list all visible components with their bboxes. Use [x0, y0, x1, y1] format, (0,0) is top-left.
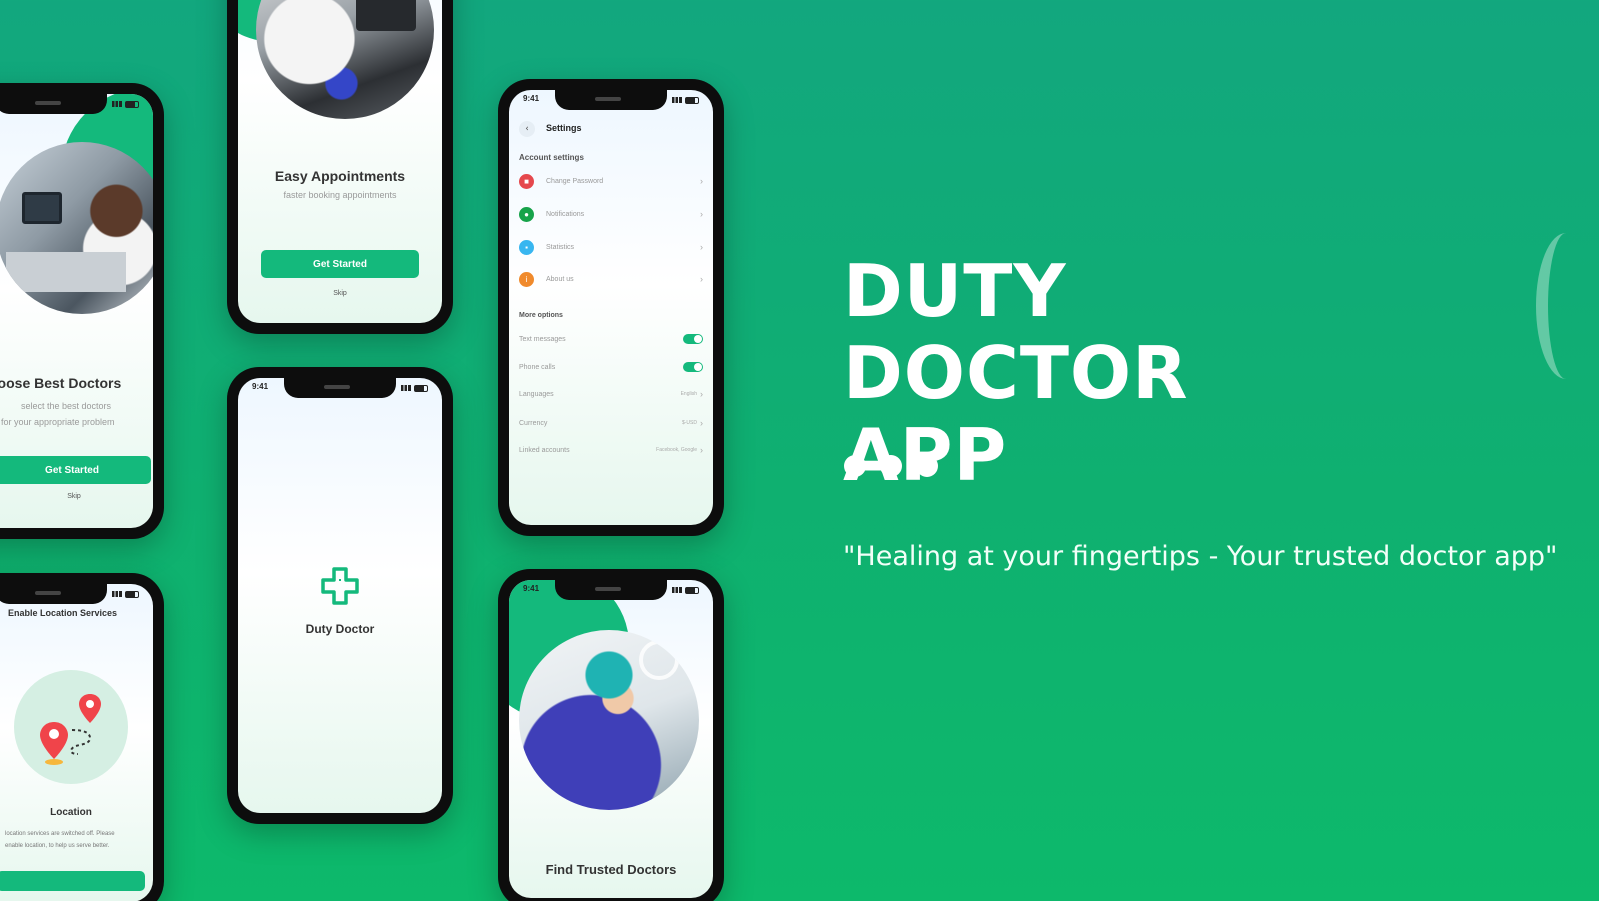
onboarding-title: Find Trusted Doctors — [545, 862, 677, 877]
location-header: Enable Location Services — [8, 608, 118, 618]
section-more-options: More options — [519, 312, 563, 319]
phone-choose-doctors: 9:41 hoose Best Doctors select the best … — [0, 83, 164, 539]
skip-link[interactable]: Skip — [59, 493, 89, 500]
carousel-dots — [844, 455, 938, 477]
settings-item-change-password[interactable]: ■ Change Password › — [519, 171, 703, 191]
signal-icon — [401, 385, 411, 391]
lab-researcher-photo — [256, 0, 434, 119]
chevron-right-icon: › — [700, 209, 703, 219]
battery-icon — [685, 96, 699, 104]
chevron-right-icon: › — [700, 242, 703, 252]
signal-icon — [112, 591, 122, 597]
map-pin-icon — [40, 694, 101, 765]
carousel-dot[interactable] — [880, 455, 902, 477]
onboarding-title: Easy Appointments — [274, 168, 406, 184]
get-started-button[interactable]: Get Started — [0, 456, 151, 484]
back-chevron-icon: ‹ — [525, 124, 529, 134]
signal-icon — [112, 101, 122, 107]
settings-toggle-text-messages[interactable]: Text messages — [519, 329, 703, 349]
chevron-right-icon: › — [700, 418, 703, 428]
settings-item-languages[interactable]: Languages English › — [519, 384, 703, 404]
settings-toggle-phone-calls[interactable]: Phone calls — [519, 357, 703, 377]
settings-item-linked-accounts[interactable]: Linked accounts Facebook, Google › — [519, 440, 703, 460]
toggle-switch[interactable] — [683, 362, 703, 372]
map-illustration — [14, 670, 128, 784]
screen-settings: 9:41 ‹ Settings Account settings ■ Chang… — [509, 90, 713, 525]
chart-icon: ▪ — [519, 239, 534, 255]
battery-icon — [125, 100, 139, 108]
chevron-right-icon: › — [700, 389, 703, 399]
location-body-2: enable location, to help us serve better… — [5, 843, 110, 849]
phone-easy-appointments: Easy Appointments faster booking appoint… — [227, 0, 453, 334]
lock-icon: ■ — [519, 173, 534, 189]
get-started-button[interactable]: Get Started — [261, 250, 419, 278]
battery-icon — [414, 384, 428, 392]
settings-item-about-us[interactable]: i About us › — [519, 269, 703, 289]
section-account-settings: Account settings — [519, 153, 584, 162]
carousel-dot[interactable] — [916, 455, 938, 477]
battery-icon — [125, 590, 139, 598]
decor-arc — [1536, 233, 1596, 379]
status-time: 9:41 — [252, 382, 269, 391]
onboarding-subtitle: faster booking appointments — [283, 190, 397, 200]
info-icon: i — [519, 271, 534, 287]
hero-tagline: "Healing at your fingertips - Your trust… — [843, 541, 1558, 572]
chevron-right-icon: › — [700, 445, 703, 455]
splash-brand: Duty Doctor — [305, 622, 375, 636]
skip-link[interactable]: Skip — [238, 290, 442, 297]
phone-location: 9:41 Enable Location Services Location l… — [0, 573, 164, 901]
screen-trusted-doctors: 9:41 Find Trusted Doctors — [509, 580, 713, 898]
lab-doctor-photo — [0, 142, 153, 314]
carousel-dot[interactable] — [844, 455, 866, 477]
medical-cross-icon — [321, 567, 359, 605]
back-button[interactable]: ‹ — [519, 121, 535, 137]
signal-icon — [672, 587, 682, 593]
surgeon-photo — [519, 630, 699, 810]
settings-item-statistics[interactable]: ▪ Statistics › — [519, 237, 703, 257]
settings-item-currency[interactable]: Currency $-USD › — [519, 413, 703, 433]
battery-icon — [685, 586, 699, 594]
status-time: 9:41 — [523, 584, 540, 593]
phone-trusted-doctors: 9:41 Find Trusted Doctors — [498, 569, 724, 901]
settings-header: Settings — [546, 123, 582, 133]
screen-easy-appointments: Easy Appointments faster booking appoint… — [238, 0, 442, 323]
onboarding-subtitle-1: select the best doctors — [21, 401, 112, 411]
location-body-1: location services are switched off. Plea… — [5, 831, 115, 837]
screen-splash: 9:41 Duty Doctor — [238, 378, 442, 813]
onboarding-title: hoose Best Doctors — [0, 375, 122, 391]
chevron-right-icon: › — [700, 274, 703, 284]
onboarding-subtitle-2: for your appropriate problem — [1, 417, 115, 427]
status-time: 9:41 — [523, 94, 540, 103]
bell-icon: ● — [519, 206, 534, 222]
toggle-switch[interactable] — [683, 334, 703, 344]
chevron-right-icon: › — [700, 176, 703, 186]
signal-icon — [672, 97, 682, 103]
location-title: Location — [50, 807, 92, 818]
hero-title-line-1: DUTY DOCTOR — [843, 249, 1189, 415]
phone-splash: 9:41 Duty Doctor — [227, 367, 453, 824]
phone-settings: 9:41 ‹ Settings Account settings ■ Chang… — [498, 79, 724, 536]
enable-location-button[interactable] — [0, 871, 145, 891]
screen-location: 9:41 Enable Location Services Location l… — [0, 584, 153, 901]
screen-choose-doctors: 9:41 hoose Best Doctors select the best … — [0, 94, 153, 528]
settings-item-notifications[interactable]: ● Notifications › — [519, 204, 703, 224]
